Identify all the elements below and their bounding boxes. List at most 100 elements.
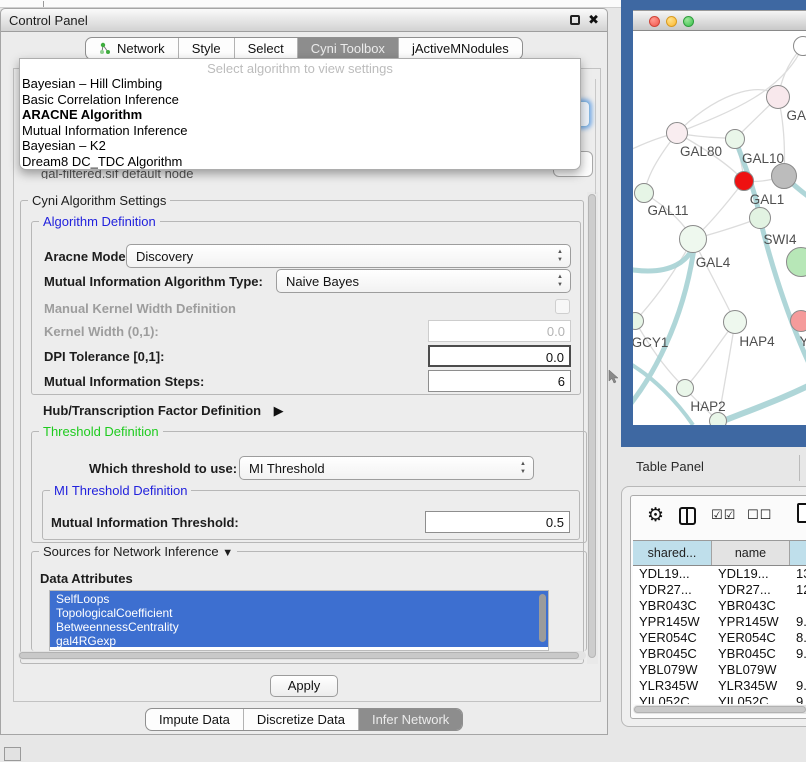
network-node[interactable] [709,412,727,425]
table-panel: ⚙ ☑☑ ☐☐ shared...nameA YDL19...YDL19...1… [621,486,806,727]
gear-icon[interactable]: ⚙ [647,504,664,527]
tab-network[interactable]: Network [86,38,178,59]
table-cell: YLR345W [712,678,790,694]
algorithm-dropdown-item[interactable]: ARACNE Algorithm [20,107,580,123]
aracne-mode-value: Discovery [136,249,193,264]
checked-pair-icon[interactable]: ☑☑ [711,507,736,523]
minimized-panel-icon[interactable] [4,747,21,761]
table-row[interactable]: YIL052CYIL052C9 [633,694,806,704]
kernel-width-field[interactable]: 0.0 [428,320,571,342]
table-row[interactable]: YDR27...YDR27...12 [633,582,806,598]
tab-select[interactable]: Select [234,38,297,59]
table-rows: YDL19...YDL19...13YDR27...YDR27...12YBR0… [633,566,806,704]
network-node-hap2[interactable] [676,379,694,397]
tab-infer-network[interactable]: Infer Network [358,709,462,730]
network-node-swi4[interactable] [749,207,771,229]
combo-spinner-icon: ▲▼ [555,273,565,291]
algorithm-definition-group: Algorithm Definition Aracne Mode: Discov… [31,221,581,395]
network-window-titlebar[interactable] [633,10,806,31]
which-threshold-combobox[interactable]: MI Threshold ▲▼ [239,456,534,480]
network-node[interactable] [793,36,806,56]
table-row[interactable]: YBR045CYBR045C9. [633,646,806,662]
data-attribute-item[interactable]: BetweennessCentrality [50,619,548,633]
attributes-list-scrollbar[interactable] [539,594,546,642]
network-node-y[interactable] [790,310,806,332]
float-window-icon[interactable] [570,15,580,25]
network-node-gal[interactable] [766,85,790,109]
table-column-header[interactable]: name [712,541,790,565]
mi-algorithm-type-combobox[interactable]: Naive Bayes ▲▼ [276,269,571,293]
table-column-header[interactable]: A [790,541,806,565]
table-cell: YLR345W [633,678,712,694]
table-cell: YDR27... [633,582,712,598]
tab-impute-data[interactable]: Impute Data [146,709,243,730]
zoom-traffic-light-icon[interactable] [683,16,694,27]
table-cell: 13 [790,566,806,582]
data-attribute-item[interactable]: TopologicalCoefficient [50,605,548,619]
hub-definition-toggle[interactable]: Hub/Transcription Factor Definition ▶ [43,402,284,420]
network-node[interactable] [771,163,797,189]
algorithm-dropdown-item[interactable]: Basic Correlation Inference [20,92,580,108]
file-icon[interactable] [797,503,806,523]
manual-kernel-checkbox[interactable] [555,299,570,314]
threshold-definition-group: Threshold Definition Which threshold to … [31,431,587,543]
close-icon[interactable]: ✖ [588,12,599,28]
tab-cyni-toolbox[interactable]: Cyni Toolbox [297,38,398,59]
network-node-gal11[interactable] [634,183,654,203]
tab-jactivemnodules[interactable]: jActiveMNodules [398,38,522,59]
table-panel-titlebar-divider [799,455,800,481]
mi-steps-field[interactable]: 6 [428,370,571,392]
algorithm-dropdown-item[interactable]: Dream8 DC_TDC Algorithm [20,154,580,170]
tab-discretize-data-label: Discretize Data [257,712,345,727]
unchecked-pair-icon[interactable]: ☐☐ [747,507,772,523]
table-row[interactable]: YDL19...YDL19...13 [633,566,806,582]
tab-discretize-data[interactable]: Discretize Data [243,709,358,730]
network-view-window[interactable]: GALGAL80GAL10GAL1GAL11SWI4GAL4GCY1HAP4YH… [621,0,806,447]
dpi-tolerance-field[interactable]: 0.0 [428,345,571,367]
close-traffic-light-icon[interactable] [649,16,660,27]
aracne-mode-combobox[interactable]: Discovery ▲▼ [126,244,571,268]
data-attribute-item[interactable]: SelfLoops [50,591,548,605]
network-node-gal10[interactable] [725,129,745,149]
sources-title[interactable]: Sources for Network Inference ▼ [39,544,237,559]
split-columns-icon[interactable] [679,507,696,525]
tab-jactivemnodules-label: jActiveMNodules [412,41,509,56]
table-horizontal-scrollbar[interactable] [633,705,806,714]
network-node-gal1[interactable] [734,171,754,191]
data-attribute-item[interactable]: gal4RGexp [50,633,548,647]
which-threshold-label: Which threshold to use: [89,461,237,476]
tab-select-label: Select [248,41,284,56]
table-cell: 9 [790,694,806,704]
table-cell: YBR045C [712,646,790,662]
network-node-hap4[interactable] [723,310,747,334]
tab-style[interactable]: Style [178,38,234,59]
table-column-header[interactable]: shared... [633,541,712,565]
algorithm-dropdown: Select algorithm to view settings Bayesi… [19,58,581,170]
algorithm-dropdown-item[interactable]: Mutual Information Inference [20,123,580,139]
table-row[interactable]: YBL079WYBL079W [633,662,806,678]
algorithm-dropdown-item[interactable]: Bayesian – Hill Climbing [20,76,580,92]
data-attributes-list[interactable]: SelfLoopsTopologicalCoefficientBetweenne… [49,590,549,651]
node-label: HAP4 [739,334,774,349]
table-row[interactable]: YPR145WYPR145W9. [633,614,806,630]
table-row[interactable]: YER054CYER054C8. [633,630,806,646]
minimize-traffic-light-icon[interactable] [666,16,677,27]
algorithm-dropdown-item[interactable]: Bayesian – K2 [20,138,580,154]
tab-network-label: Network [117,41,165,56]
table-cell: YER054C [633,630,712,646]
control-panel-tabbar: Network Style Select Cyni Toolbox jActiv… [85,37,523,60]
settings-horizontal-scrollbar[interactable] [18,651,586,660]
tab-impute-data-label: Impute Data [159,712,230,727]
table-cell: YDR27... [712,582,790,598]
network-node-gal80[interactable] [666,122,688,144]
table-row[interactable]: YLR345WYLR345W9. [633,678,806,694]
table-row[interactable]: YBR043CYBR043C [633,598,806,614]
network-canvas[interactable]: GALGAL80GAL10GAL1GAL11SWI4GAL4GCY1HAP4YH… [633,31,806,425]
network-node-gal4[interactable] [679,225,707,253]
mi-threshold-field[interactable]: 0.5 [425,511,570,533]
node-label: SWI4 [763,232,796,247]
apply-button[interactable]: Apply [270,675,338,697]
mi-threshold-definition-title: MI Threshold Definition [50,483,191,498]
mi-threshold-label: Mutual Information Threshold: [51,515,239,530]
settings-vertical-scrollbar[interactable] [587,192,598,664]
